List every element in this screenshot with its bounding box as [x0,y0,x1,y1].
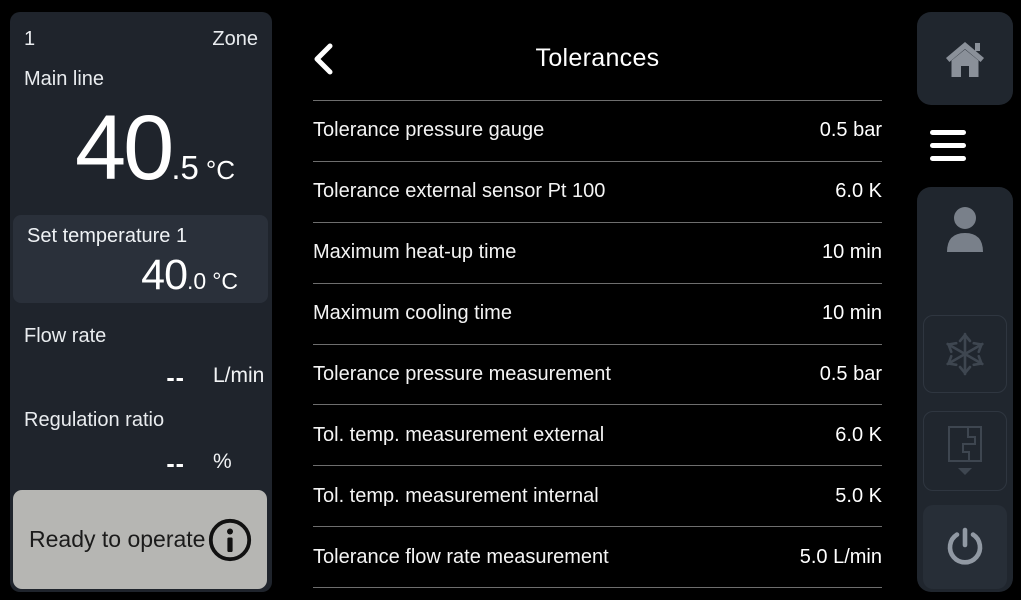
power-icon [944,526,986,568]
status-button[interactable]: Ready to operate [13,490,267,589]
tolerance-value: 0.5 bar [820,119,882,142]
list-item[interactable]: Tol. temp. measurement external 6.0 K [313,405,882,466]
tolerance-label: Tolerance external sensor Pt 100 [313,180,605,203]
page-title: Tolerances [313,44,882,76]
regulation-ratio-unit: % [213,450,232,474]
mold-eject-icon [945,425,985,477]
zone-number: 1 [24,28,35,51]
tolerance-value: 10 min [822,241,882,264]
set-temperature-card[interactable]: Set temperature 1 40 .0 °C [13,215,268,303]
tolerance-value: 0.5 bar [820,363,882,386]
info-icon[interactable] [207,517,253,563]
tolerance-list: Tolerance pressure gauge 0.5 bar Toleran… [313,100,882,588]
list-item[interactable]: Tol. temp. measurement internal 5.0 K [313,466,882,527]
zone-label: Zone [212,28,258,51]
status-text: Ready to operate [29,526,207,553]
tolerance-label: Tolerance pressure measurement [313,363,611,386]
tolerance-label: Maximum heat-up time [313,241,516,264]
tolerance-value: 10 min [822,302,882,325]
tolerance-label: Tolerance pressure gauge [313,119,544,142]
flow-rate-value: -- [10,364,185,393]
tolerance-value: 6.0 K [835,424,882,447]
line-label: Main line [24,68,104,91]
set-temp-decimal: .0 [187,268,206,295]
tolerance-label: Tol. temp. measurement internal [313,485,599,508]
set-temp-integer: 40 [141,254,187,297]
flow-rate-unit: L/min [213,364,264,388]
sidebar-column [917,187,1013,592]
list-item[interactable]: Tolerance pressure measurement 0.5 bar [313,345,882,406]
tolerance-value: 5.0 K [835,485,882,508]
freeze-button[interactable] [923,315,1007,393]
snowflake-icon [942,331,988,377]
zone-panel: 1 Zone Main line 40 .5 °C Set temperatur… [10,12,272,592]
zone-header: 1 Zone [24,28,258,51]
tolerance-value: 5.0 L/min [800,546,882,569]
user-icon [942,205,988,253]
list-item[interactable]: Maximum heat-up time 10 min [313,223,882,284]
mold-eject-button[interactable] [923,411,1007,491]
sidebar-item-user[interactable] [917,205,1013,253]
list-item[interactable]: Tolerance external sensor Pt 100 6.0 K [313,162,882,223]
set-temperature-value: 40 .0 °C [27,254,254,297]
sidebar-item-home[interactable] [917,12,1013,105]
hamburger-icon [930,130,966,135]
list-item[interactable]: Tolerance pressure gauge 0.5 bar [313,101,882,162]
flow-rate-row: -- L/min [10,364,272,394]
tolerance-label: Maximum cooling time [313,302,512,325]
tolerance-value: 6.0 K [835,180,882,203]
main-temp-decimal: .5 [171,149,199,187]
regulation-ratio-label: Regulation ratio [24,409,164,432]
hmi-screen: 1 Zone Main line 40 .5 °C Set temperatur… [0,0,1021,600]
set-temperature-label: Set temperature 1 [27,225,254,248]
flow-rate-label: Flow rate [24,325,106,348]
main-temp-unit: °C [206,155,235,186]
sidebar-item-menu-active[interactable] [890,107,1006,183]
main-temperature-display: 40 .5 °C [24,102,286,194]
list-item[interactable]: Tolerance flow rate measurement 5.0 L/mi… [313,527,882,588]
list-item[interactable]: Maximum cooling time 10 min [313,284,882,345]
power-button[interactable] [923,505,1007,589]
tolerance-label: Tol. temp. measurement external [313,424,604,447]
regulation-ratio-value: -- [10,450,185,479]
set-temp-unit: °C [212,268,238,295]
regulation-ratio-row: -- % [10,450,272,480]
tolerance-label: Tolerance flow rate measurement [313,546,609,569]
main-temp-integer: 40 [75,102,171,194]
home-icon [944,39,986,79]
